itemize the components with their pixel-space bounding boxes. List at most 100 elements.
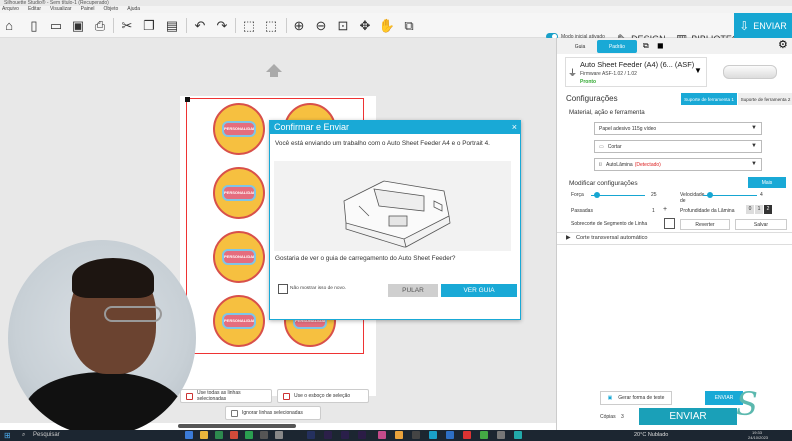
- app-icon[interactable]: [275, 431, 283, 439]
- app-icon[interactable]: [378, 431, 386, 439]
- sticker[interactable]: PERSONALIDADES: [213, 295, 265, 347]
- windows-start-icon[interactable]: ⊞: [4, 431, 11, 440]
- copies-label: Cópias: [600, 414, 616, 420]
- menu-file[interactable]: Arquivo: [2, 6, 19, 13]
- app-icon[interactable]: [514, 431, 522, 439]
- app-icon[interactable]: [260, 431, 268, 439]
- cut-action-icon: ▭: [599, 143, 604, 150]
- app-icon[interactable]: [480, 431, 488, 439]
- sticker[interactable]: PERSONALIDADES: [213, 231, 265, 283]
- blade-depth-1[interactable]: 1: [755, 205, 763, 214]
- premiere-icon[interactable]: [341, 431, 349, 439]
- app-icon[interactable]: [185, 431, 193, 439]
- caret-right-icon[interactable]: ▶: [566, 234, 571, 241]
- menu-help[interactable]: Ajuda: [127, 6, 140, 13]
- pan-hand-icon[interactable]: ✋: [378, 16, 396, 34]
- photoshop-icon[interactable]: [307, 431, 315, 439]
- overcut-checkbox[interactable]: [664, 218, 675, 229]
- tab-send[interactable]: ⇩ ENVIAR: [734, 13, 792, 38]
- home-icon[interactable]: ⌂: [0, 16, 18, 34]
- fill-layers-icon[interactable]: ◼: [657, 41, 664, 50]
- use-sketch-button[interactable]: Use o esboço de seleção: [277, 389, 369, 403]
- sticker[interactable]: PERSONALIDADES: [213, 167, 265, 219]
- tab-tool-holder-1[interactable]: Suporte de ferramenta 1: [681, 93, 737, 105]
- dont-show-again-checkbox[interactable]: [278, 284, 288, 294]
- ungroup-icon[interactable]: ⬚: [262, 16, 280, 34]
- revert-button[interactable]: Reverter: [680, 219, 730, 230]
- open-folder-icon[interactable]: ▭: [47, 16, 65, 34]
- blade-depth-2[interactable]: 2: [764, 205, 772, 214]
- after-effects-icon[interactable]: [324, 431, 332, 439]
- clock-date: 24/10/2023: [748, 435, 769, 440]
- speed-slider-handle[interactable]: [707, 192, 713, 198]
- app-icon[interactable]: [230, 431, 238, 439]
- send-button[interactable]: ENVIAR: [639, 408, 737, 425]
- cut-icon[interactable]: ✂: [118, 16, 136, 34]
- speed-value: 4: [760, 192, 763, 198]
- app-icon[interactable]: [200, 431, 208, 439]
- search-icon[interactable]: ⌕: [22, 432, 25, 439]
- confirm-send-dialog: Confirmar e Enviar × Você está enviando …: [269, 120, 521, 320]
- sketch-icon: [283, 392, 290, 400]
- app-icon[interactable]: [446, 431, 454, 439]
- paste-icon[interactable]: ▤: [163, 16, 181, 34]
- app-icon[interactable]: [412, 431, 420, 439]
- chevron-down-icon: ▼: [751, 125, 757, 131]
- blade-depth-0[interactable]: 0: [746, 205, 754, 214]
- material-select[interactable]: Papel adesivo 115g vídeo ▼: [594, 122, 762, 135]
- menu-edit[interactable]: Editar: [28, 6, 41, 13]
- dont-show-again-label: Não mostrar isso de novo.: [290, 286, 346, 291]
- app-icon[interactable]: [463, 431, 471, 439]
- ignore-lines-button[interactable]: Ignorar linhas selecionadas: [225, 406, 321, 420]
- chevron-down-icon: ▼: [694, 66, 702, 75]
- copies-value[interactable]: 3: [621, 414, 624, 420]
- printer-image: [723, 65, 777, 79]
- usb-icon: ⏚: [568, 68, 578, 78]
- settings-title: Configurações: [566, 94, 618, 103]
- registration-mark: [185, 97, 190, 102]
- fit-page-icon[interactable]: ⧉: [400, 16, 418, 34]
- app-icon[interactable]: [497, 431, 505, 439]
- skip-button[interactable]: PULAR: [388, 284, 438, 297]
- app-icon[interactable]: [215, 431, 223, 439]
- tool-select[interactable]: ⌷ AutoLâmina (Detectado) ▼: [594, 158, 762, 171]
- group-icon[interactable]: ⬚: [240, 16, 258, 34]
- menu-bar: Arquivo Editar Visualizar Painel Objeto …: [0, 6, 792, 13]
- test-cut-button[interactable]: ▣ Gerar forma de teste: [600, 391, 672, 405]
- zoom-in-icon[interactable]: ⊕: [290, 16, 308, 34]
- horizontal-scrollbar[interactable]: [178, 424, 296, 428]
- menu-panel[interactable]: Painel: [81, 6, 95, 13]
- save-icon[interactable]: ▣: [69, 16, 87, 34]
- silhouette-icon[interactable]: [429, 431, 437, 439]
- force-slider-handle[interactable]: [594, 192, 600, 198]
- machine-selector[interactable]: ⏚ Auto Sheet Feeder (A4) (6... (ASF) Fir…: [565, 57, 707, 87]
- menu-object[interactable]: Objeto: [104, 6, 119, 13]
- chevron-down-icon: ▼: [751, 143, 757, 149]
- undo-icon[interactable]: ↶: [191, 16, 209, 34]
- print-icon[interactable]: ⎙: [91, 16, 109, 34]
- app-icon[interactable]: [395, 431, 403, 439]
- close-icon[interactable]: ×: [512, 121, 517, 134]
- redo-icon[interactable]: ↷: [213, 16, 231, 34]
- view-guide-button[interactable]: VER GUIA: [441, 284, 517, 297]
- copy-icon[interactable]: ❐: [140, 16, 158, 34]
- use-all-lines-button[interactable]: Use todas as linhas selecionadas: [180, 389, 272, 403]
- layers-icon[interactable]: ⧉: [643, 41, 649, 51]
- tab-standard[interactable]: Padrão: [597, 40, 637, 53]
- zoom-select-icon[interactable]: ⊡: [334, 16, 352, 34]
- more-button[interactable]: Mais: [748, 177, 786, 188]
- menu-view[interactable]: Visualizar: [50, 6, 72, 13]
- plus-icon[interactable]: +: [663, 206, 667, 213]
- media-encoder-icon[interactable]: [358, 431, 366, 439]
- taskbar-search-input[interactable]: Pesquisar: [33, 432, 60, 438]
- zoom-out-icon[interactable]: ⊖: [312, 16, 330, 34]
- tab-guide[interactable]: Guia: [567, 40, 593, 53]
- save-button[interactable]: Salvar: [735, 219, 787, 230]
- move-icon[interactable]: ✥: [356, 16, 374, 34]
- new-doc-icon[interactable]: ▯: [25, 16, 43, 34]
- action-select[interactable]: ▭ Cortar ▼: [594, 140, 762, 153]
- app-icon[interactable]: [245, 431, 253, 439]
- gear-icon[interactable]: ⚙: [778, 38, 788, 51]
- tab-tool-holder-2[interactable]: Suporte de ferramenta 2: [738, 93, 792, 105]
- sticker[interactable]: PERSONALIDADES: [213, 103, 265, 155]
